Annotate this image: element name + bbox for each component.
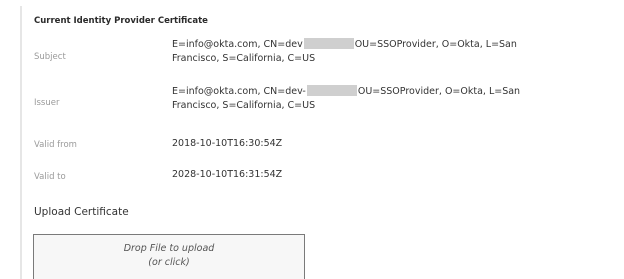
drop-zone-subtext: (or click): [148, 257, 190, 268]
section-title: Current Identity Provider Certificate: [34, 16, 208, 26]
valid-from-value: 2018-10-10T16:30:54Z: [172, 138, 283, 149]
valid-to-value: 2028-10-10T16:31:54Z: [172, 169, 283, 180]
subject-value-line1: E=info@okta.com, CN=dev OU=SSOProvider, O…: [172, 38, 517, 52]
subject-value-line2: Francisco, S=California, C=US: [172, 53, 316, 64]
issuer-value-line1-end: OU=SSOProvider, O=Okta, L=San: [357, 86, 521, 97]
subject-value-line1-start: E=info@okta.com, CN=dev: [172, 39, 303, 50]
drop-zone-text: Drop File to upload: [123, 243, 215, 254]
redacted-block: [306, 85, 357, 96]
valid-from-label: Valid from: [34, 140, 77, 150]
issuer-value: E=info@okta.com, CN=dev- OU=SSOProvider, …: [172, 85, 520, 113]
subject-value: E=info@okta.com, CN=dev OU=SSOProvider, O…: [172, 38, 517, 66]
redacted-block: [303, 38, 354, 49]
subject-label: Subject: [34, 52, 66, 62]
issuer-value-line2: Francisco, S=California, C=US: [172, 100, 316, 111]
issuer-value-line1-start: E=info@okta.com, CN=dev-: [172, 86, 306, 97]
left-border-rule: [20, 6, 22, 279]
issuer-value-line1: E=info@okta.com, CN=dev- OU=SSOProvider, …: [172, 85, 520, 99]
upload-certificate-title: Upload Certificate: [34, 206, 129, 218]
issuer-label: Issuer: [34, 98, 60, 108]
subject-value-line1-end: OU=SSOProvider, O=Okta, L=San: [354, 39, 517, 50]
file-drop-zone[interactable]: Drop File to upload (or click): [33, 234, 305, 279]
valid-to-label: Valid to: [34, 172, 66, 182]
